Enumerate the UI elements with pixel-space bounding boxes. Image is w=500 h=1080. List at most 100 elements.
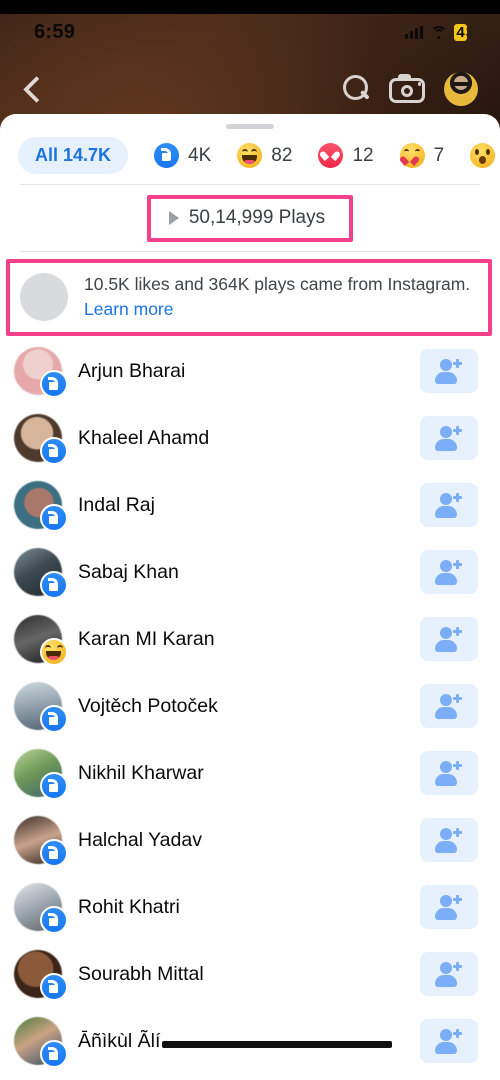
tab-wow[interactable]: [444, 143, 500, 168]
add-friend-button[interactable]: [420, 550, 478, 595]
placeholder-avatar: [20, 272, 68, 321]
person-row[interactable]: Āñìkùl Ãlí: [0, 1008, 500, 1075]
care-count: 7: [433, 144, 445, 166]
cellular-signal-icon: [405, 25, 424, 39]
tab-like[interactable]: 4K: [128, 143, 211, 168]
people-list: Arjun Bharai Khaleel Ahamd Indal Raj Sabaj …: [0, 336, 500, 1075]
add-friend-icon-body: [435, 774, 457, 787]
add-friend-icon-plus-v: [456, 626, 459, 636]
add-friend-button[interactable]: [420, 684, 478, 729]
person-avatar-wrap[interactable]: [14, 816, 68, 868]
wow-icon: [470, 143, 496, 168]
like-reaction-badge-icon: [40, 973, 68, 1002]
learn-more-link[interactable]: Learn more: [84, 299, 174, 319]
tab-love[interactable]: 12: [292, 143, 374, 168]
care-icon: [399, 143, 425, 168]
love-icon: [318, 143, 344, 168]
person-row[interactable]: Halchal Yadav: [0, 807, 500, 874]
add-friend-icon-body: [435, 506, 457, 519]
like-reaction-badge-icon: [40, 504, 68, 533]
person-avatar-wrap[interactable]: [14, 481, 68, 533]
instagram-notice-annotation-box: 10.5K likes and 364K plays came from Ins…: [6, 259, 492, 336]
person-avatar-wrap[interactable]: [14, 347, 68, 399]
person-row[interactable]: Vojtěch Potoček: [0, 673, 500, 740]
person-avatar-wrap[interactable]: [14, 883, 68, 935]
person-avatar-wrap[interactable]: [14, 682, 68, 734]
person-row[interactable]: Karan MI Karan: [0, 606, 500, 673]
add-friend-icon-plus-v: [456, 559, 459, 569]
person-name: Sabaj Khan: [78, 560, 179, 583]
add-friend-icon-body: [435, 707, 457, 720]
person-name: Halchal Yadav: [78, 828, 202, 851]
add-friend-icon-head: [440, 426, 452, 439]
add-friend-icon-body: [435, 372, 457, 385]
like-reaction-badge-icon: [40, 839, 68, 868]
add-friend-button[interactable]: [420, 885, 478, 930]
instagram-notice-body: 10.5K likes and 364K plays came from Ins…: [84, 274, 471, 294]
like-icon: [154, 143, 180, 168]
person-avatar-wrap[interactable]: [14, 414, 68, 466]
person-avatar-wrap[interactable]: [14, 548, 68, 600]
add-friend-icon-plus-v: [456, 425, 459, 435]
status-indicators: 4 3: [405, 23, 474, 41]
add-friend-icon-head: [440, 828, 452, 841]
person-avatar-wrap[interactable]: [14, 1017, 68, 1069]
add-friend-button[interactable]: [420, 818, 478, 863]
battery-indicator: 4 3: [454, 23, 474, 41]
add-friend-icon-body: [435, 573, 457, 586]
person-row[interactable]: Indal Raj: [0, 472, 500, 539]
haha-reaction-badge-icon: [40, 638, 68, 667]
add-friend-icon-head: [440, 694, 452, 707]
add-friend-icon-body: [435, 908, 457, 921]
person-name: Indal Raj: [78, 493, 155, 516]
camera-icon[interactable]: [389, 74, 427, 104]
profile-avatar[interactable]: [444, 72, 478, 106]
phone-screen: 6:59 4 3 All 14.7K 4K 82 12 7 50,14,999 …: [0, 0, 500, 1080]
add-friend-icon-plus-v: [456, 827, 459, 837]
like-reaction-badge-icon: [40, 370, 68, 399]
person-name: Nikhil Kharwar: [78, 761, 204, 784]
like-reaction-badge-icon: [40, 906, 68, 935]
like-reaction-badge-icon: [40, 571, 68, 600]
add-friend-button[interactable]: [420, 617, 478, 662]
search-icon[interactable]: [339, 72, 373, 106]
reaction-tabs: All 14.7K 4K 82 12 7: [0, 129, 500, 184]
person-name: Vojtěch Potoček: [78, 694, 218, 717]
person-avatar-wrap[interactable]: [14, 950, 68, 1002]
person-row[interactable]: Khaleel Ahamd: [0, 405, 500, 472]
status-bar: 6:59 4 3: [0, 14, 500, 50]
person-avatar-wrap[interactable]: [14, 615, 68, 667]
add-friend-icon-head: [440, 560, 452, 573]
person-row[interactable]: Nikhil Kharwar: [0, 740, 500, 807]
person-avatar-wrap[interactable]: [14, 749, 68, 801]
person-row[interactable]: Sourabh Mittal: [0, 941, 500, 1008]
plays-row: 50,14,999 Plays: [0, 185, 500, 251]
person-row[interactable]: Rohit Khatri: [0, 874, 500, 941]
add-friend-button[interactable]: [420, 416, 478, 461]
haha-icon: [237, 143, 263, 168]
add-friend-icon-head: [440, 895, 452, 908]
add-friend-button[interactable]: [420, 483, 478, 528]
person-name: Khaleel Ahamd: [78, 426, 210, 449]
person-name: Sourabh Mittal: [78, 962, 204, 985]
person-row[interactable]: Arjun Bharai: [0, 338, 500, 405]
add-friend-button[interactable]: [420, 349, 478, 394]
add-friend-icon-plus-v: [456, 894, 459, 904]
add-friend-button[interactable]: [420, 952, 478, 997]
person-name: Arjun Bharai: [78, 359, 186, 382]
person-name: Karan MI Karan: [78, 627, 215, 650]
plays-annotation-box[interactable]: 50,14,999 Plays: [146, 195, 354, 242]
tab-all[interactable]: All 14.7K: [18, 137, 129, 174]
back-chevron-icon[interactable]: [18, 74, 48, 104]
tab-haha[interactable]: 82: [211, 143, 292, 168]
tab-care[interactable]: 7: [374, 143, 445, 168]
add-friend-icon-head: [440, 493, 452, 506]
divider-below-plays: [20, 251, 480, 252]
status-bar-notch-area: [0, 0, 500, 14]
add-friend-button[interactable]: [420, 1019, 478, 1064]
add-friend-icon-head: [440, 627, 452, 640]
add-friend-button[interactable]: [420, 751, 478, 796]
person-row[interactable]: Sabaj Khan: [0, 539, 500, 606]
add-friend-icon-plus-v: [456, 961, 459, 971]
add-friend-icon-plus-v: [456, 358, 459, 368]
